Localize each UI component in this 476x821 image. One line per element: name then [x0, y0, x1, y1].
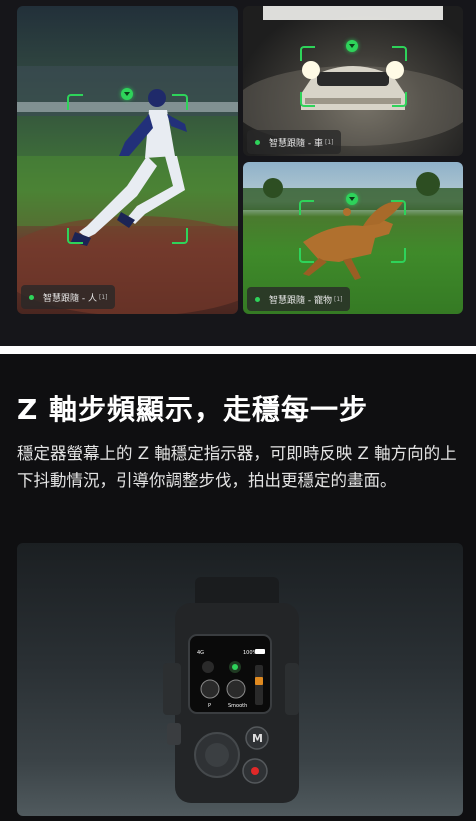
tracking-frame-corner [392, 46, 407, 61]
footnote-marker: [1] [98, 293, 108, 301]
status-dot-icon [255, 139, 260, 145]
tracking-frame-corner [300, 92, 315, 107]
status-dot-icon [29, 294, 34, 300]
gimbal-illustration: 4G 100% P Smooth M [163, 577, 299, 803]
baseball-runner-image [17, 66, 238, 314]
tracking-frame-corner [67, 94, 83, 110]
tracking-frame-corner [67, 228, 83, 244]
tracking-target-icon [346, 40, 358, 52]
section-divider [0, 346, 476, 354]
tracking-target-icon [121, 88, 133, 100]
car-tracking-tag: 智慧跟隨 - 車 [1] [247, 130, 342, 154]
tracking-frame-corner [391, 248, 406, 263]
tracking-frame-corner [299, 200, 314, 215]
mode-smooth-text: Smooth [228, 703, 247, 709]
tracking-frame-corner [300, 46, 315, 61]
tracking-frame-corner [391, 200, 406, 215]
mode-p-text: P [208, 703, 211, 709]
m-button-label: M [252, 732, 263, 745]
gimbal-device-image: 4G 100% P Smooth M [17, 543, 463, 816]
tracking-target-icon [346, 193, 358, 205]
feature-heading: Z 軸步頻顯示，走穩每一步 [17, 393, 369, 426]
tracking-frame-corner [172, 94, 188, 110]
person-tracking-tag: 智慧跟隨 - 人 [1] [21, 285, 116, 309]
person-tag-label: 智慧跟隨 - 人 [43, 293, 97, 304]
pet-tracking-card: 智慧跟隨 - 寵物 [1] [243, 162, 463, 314]
footnote-marker: [1] [324, 138, 334, 146]
footnote-marker: [1] [333, 295, 343, 303]
tracking-frame-corner [392, 92, 407, 107]
pet-tag-label: 智慧跟隨 - 寵物 [269, 295, 332, 306]
feature-description: 穩定器螢幕上的 Z 軸穩定指示器，可即時反映 Z 軸方向的上下抖動情況，引導你調… [17, 444, 457, 490]
person-tracking-card: 智慧跟隨 - 人 [1] [17, 6, 238, 314]
signal-text: 4G [197, 650, 204, 656]
tracking-frame-corner [172, 228, 188, 244]
car-tracking-card: 智慧跟隨 - 車 [1] [243, 6, 463, 156]
tracking-frame-corner [299, 248, 314, 263]
pet-tracking-tag: 智慧跟隨 - 寵物 [1] [247, 287, 351, 311]
car-tag-label: 智慧跟隨 - 車 [269, 138, 323, 149]
status-dot-icon [255, 296, 260, 302]
